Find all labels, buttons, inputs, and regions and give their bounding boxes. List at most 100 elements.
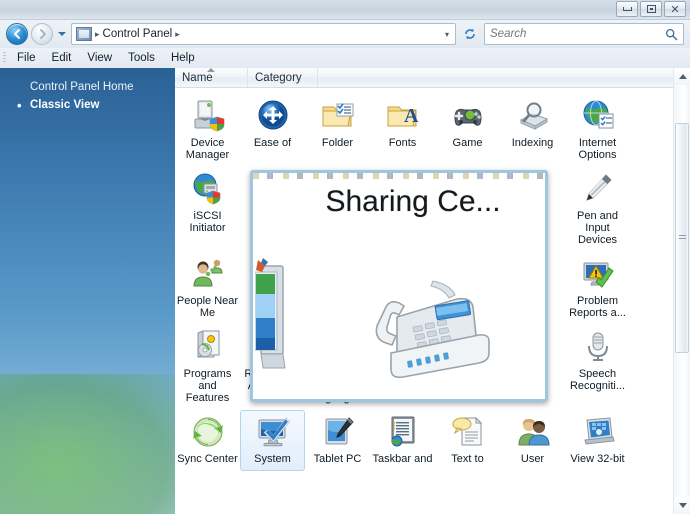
item-label: iSCSI Initiator [189, 210, 226, 234]
menu-tools[interactable]: Tools [121, 51, 162, 65]
breadcrumb-control-panel[interactable]: Control Panel [103, 28, 173, 40]
item-internet-options[interactable]: Internet Options [565, 94, 630, 167]
item-label: Problem Reports a... [569, 295, 626, 319]
indexing-options-icon [519, 102, 548, 130]
fonts-icon: A [387, 105, 419, 127]
column-header-category[interactable]: Category [248, 68, 318, 87]
recent-pages-dropdown[interactable] [56, 23, 68, 45]
item-indexing-options[interactable]: Indexing [500, 94, 565, 167]
programs-features-icon [197, 330, 219, 358]
item-people-near-me[interactable]: People Near Me [175, 252, 240, 325]
item-label: Programs and Features [183, 368, 232, 404]
item-fonts[interactable]: A Fonts [370, 94, 435, 167]
ease-of-access-icon [258, 100, 287, 130]
item-folder-options[interactable]: Folder [305, 94, 370, 167]
user-accounts-icon [517, 419, 550, 446]
breadcrumb-separator-leading: ▸ [95, 28, 100, 39]
search-box[interactable] [484, 23, 684, 45]
menu-edit[interactable]: Edit [45, 51, 79, 65]
sidebar-item-control-panel-home[interactable]: Control Panel Home [0, 78, 175, 96]
close-button[interactable]: ✕ [664, 1, 686, 17]
magnifier-content: Sharing Ce... [253, 173, 545, 399]
menu-view[interactable]: View [80, 51, 119, 65]
column-header-row: Name Category [175, 68, 690, 88]
breadcrumb-bar[interactable]: ▸ Control Panel ▸ ▾ [71, 23, 456, 45]
item-text-to-speech[interactable]: Text to [435, 410, 500, 471]
icon-row-1: Device Manager Ease of Folder A Fonts Ga… [175, 94, 690, 167]
menu-file[interactable]: File [10, 51, 43, 65]
title-bar: ✕ [0, 0, 690, 20]
item-taskbar-and-start-menu[interactable]: Taskbar and [370, 410, 435, 471]
game-controllers-icon [454, 108, 481, 126]
column-header-category-label: Category [255, 71, 302, 84]
breadcrumb-separator-trailing[interactable]: ▸ [175, 29, 180, 40]
item-label: Tablet PC [313, 453, 362, 465]
item-ease-of-access[interactable]: Ease of [240, 94, 305, 167]
item-label: Sync Center [177, 453, 238, 465]
system-icon [258, 417, 290, 447]
item-game-controllers[interactable]: Game [435, 94, 500, 167]
navigation-pane: Control Panel Home Classic View [0, 68, 175, 514]
taskbar-start-icon [391, 416, 414, 447]
device-manager-icon [194, 100, 224, 132]
svg-text:A: A [404, 105, 419, 127]
item-label: View 32-bit [570, 453, 625, 465]
control-panel-icon [76, 27, 92, 41]
problem-reports-icon [583, 262, 614, 288]
forward-arrow-icon [40, 29, 46, 39]
item-iscsi-initiator[interactable]: iSCSI Initiator [175, 167, 240, 252]
item-sync-center[interactable]: Sync Center [175, 410, 240, 471]
vertical-scrollbar[interactable] [673, 68, 690, 514]
item-label: Folder [321, 137, 354, 149]
column-header-spacer [318, 68, 690, 87]
menu-help[interactable]: Help [164, 51, 202, 65]
window-controls: ✕ [616, 1, 686, 17]
view-32bit-icon [583, 417, 615, 445]
scrollbar-thumb[interactable] [675, 123, 689, 353]
sort-ascending-icon [207, 68, 215, 72]
item-tablet-pc[interactable]: Tablet PC [305, 410, 370, 471]
item-label: Ease of [253, 137, 292, 149]
search-input[interactable] [490, 28, 665, 40]
item-label: Pen and Input Devices [577, 210, 618, 246]
column-header-name-label: Name [182, 71, 213, 84]
magnifier-popup[interactable]: Sharing Ce... [250, 170, 548, 402]
refresh-button[interactable] [459, 23, 481, 45]
control-panel-window: ✕ ▸ Control Panel ▸ ▾ Search File Edit V… [0, 0, 690, 514]
icon-row-5: Sync Center System Tablet PC Taskbar and… [175, 410, 690, 471]
scroll-down-button[interactable] [674, 497, 690, 514]
item-user-accounts[interactable]: User [500, 410, 565, 471]
tablet-pc-icon [325, 417, 354, 445]
address-dropdown-icon[interactable]: ▾ [445, 30, 451, 39]
sidebar-item-classic-view[interactable]: Classic View [0, 96, 175, 114]
back-arrow-icon [14, 29, 20, 39]
minimize-button[interactable] [616, 1, 638, 17]
item-system[interactable]: System [240, 410, 305, 471]
pen-input-devices-icon [585, 174, 612, 201]
forward-button[interactable] [31, 23, 53, 45]
scroll-up-button[interactable] [674, 68, 690, 85]
item-speech-recognition[interactable]: Speech Recogniti... [565, 325, 630, 410]
speech-recognition-icon [587, 332, 608, 361]
display-monitor-icon [255, 258, 286, 369]
item-problem-reports[interactable]: Problem Reports a... [565, 252, 630, 325]
item-pen-and-input-devices[interactable]: Pen and Input Devices [565, 167, 630, 252]
item-label: Device Manager [185, 137, 230, 161]
internet-options-icon [583, 100, 613, 129]
back-button[interactable] [6, 23, 28, 45]
iscsi-initiator-icon [193, 173, 220, 205]
chevron-down-icon [58, 32, 66, 36]
item-view-32-bit[interactable]: View 32-bit [565, 410, 630, 471]
item-label: Text to [451, 453, 484, 465]
column-header-name[interactable]: Name [175, 68, 248, 87]
item-label: System [254, 453, 291, 465]
item-device-manager[interactable]: Device Manager [175, 94, 240, 167]
item-label: Fonts [388, 137, 417, 149]
fax-machine-icon [375, 280, 490, 379]
maximize-button[interactable] [640, 1, 662, 17]
menu-bar: File Edit View Tools Help [0, 48, 690, 68]
item-label: Speech Recogniti... [569, 368, 626, 392]
refresh-icon [465, 28, 475, 40]
item-programs-and-features[interactable]: Programs and Features [175, 325, 240, 410]
item-label: User [520, 453, 545, 465]
